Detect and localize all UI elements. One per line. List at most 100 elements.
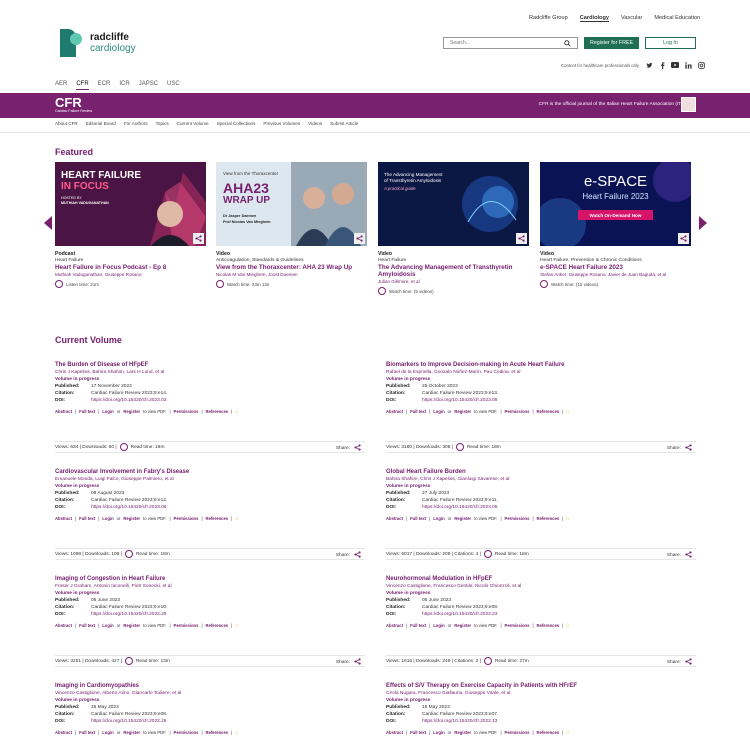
login-link[interactable]: Login bbox=[433, 730, 444, 735]
register-link[interactable]: Register bbox=[123, 730, 140, 735]
full-text-link[interactable]: Full text bbox=[79, 409, 95, 414]
linkedin-icon[interactable] bbox=[684, 61, 692, 69]
doi-link[interactable]: https://doi.org/10.15420/cfr.2023.05 bbox=[422, 505, 497, 510]
abstract-link[interactable]: Abstract bbox=[386, 730, 403, 735]
content-authors[interactable]: Julian Gillmore, et al bbox=[378, 279, 529, 284]
login-link[interactable]: Login bbox=[433, 516, 444, 521]
pdf-lock-icon[interactable]: □ bbox=[235, 409, 238, 414]
pdf-lock-icon[interactable]: □ bbox=[566, 623, 569, 628]
journal-tab-ecr[interactable]: ECR bbox=[98, 81, 111, 90]
share-icon[interactable] bbox=[354, 551, 361, 560]
subnav-topics[interactable]: Topics bbox=[156, 121, 169, 126]
content-authors[interactable]: Stefan Anker, Giuseppe Rosano, Javier de… bbox=[540, 272, 691, 277]
references-link[interactable]: References bbox=[537, 623, 560, 628]
doi-link[interactable]: https://doi.org/10.15420/cfr.2023.06 bbox=[91, 505, 166, 510]
article-authors[interactable]: Chris J Kapelios, Bahira Shahim, Lars H … bbox=[55, 370, 365, 375]
abstract-link[interactable]: Abstract bbox=[55, 409, 72, 414]
journal-tab-icr[interactable]: ICR bbox=[119, 81, 129, 90]
abstract-link[interactable]: Abstract bbox=[386, 516, 403, 521]
permissions-link[interactable]: Permissions bbox=[174, 623, 199, 628]
journal-tab-usc[interactable]: USC bbox=[167, 81, 180, 90]
login-link[interactable]: Login bbox=[102, 409, 113, 414]
share-icon[interactable] bbox=[354, 444, 361, 453]
featured-card[interactable]: HEART FAILURE IN FOCUS HOSTED BY MUTHIAH… bbox=[55, 162, 206, 288]
register-link[interactable]: Register bbox=[454, 409, 471, 414]
search-input[interactable] bbox=[444, 40, 562, 46]
subnav-editorial-board[interactable]: Editorial Board bbox=[86, 121, 116, 126]
share-icon[interactable] bbox=[516, 233, 527, 244]
article-title[interactable]: Global Heart Failure Burden bbox=[386, 469, 696, 475]
youtube-icon[interactable] bbox=[671, 61, 679, 69]
featured-thumbnail[interactable]: View from the Thoraxcenter AHA23 WRAP UP… bbox=[216, 162, 367, 246]
full-text-link[interactable]: Full text bbox=[410, 623, 426, 628]
permissions-link[interactable]: Permissions bbox=[174, 409, 199, 414]
content-title[interactable]: View from the Thoraxcenter: AHA 23 Wrap … bbox=[216, 264, 367, 271]
article-title[interactable]: Cardiovascular Involvement in Fabry's Di… bbox=[55, 469, 365, 475]
abstract-link[interactable]: Abstract bbox=[55, 623, 72, 628]
article-title[interactable]: Imaging in Cardiomyopathies bbox=[55, 683, 365, 689]
full-text-link[interactable]: Full text bbox=[79, 623, 95, 628]
logo[interactable]: radcliffe cardiology bbox=[60, 29, 136, 57]
subnav-previous-volumes[interactable]: Previous Volumes bbox=[263, 121, 300, 126]
register-link[interactable]: Register bbox=[123, 409, 140, 414]
content-title[interactable]: Heart Failure in Focus Podcast - Ep 8 bbox=[55, 264, 206, 271]
references-link[interactable]: References bbox=[537, 730, 560, 735]
article-title[interactable]: The Burden of Disease of HFpEF bbox=[55, 362, 365, 368]
register-link[interactable]: Register bbox=[454, 516, 471, 521]
featured-thumbnail[interactable]: The Advancing Management of Transthyreti… bbox=[378, 162, 529, 246]
full-text-link[interactable]: Full text bbox=[410, 409, 426, 414]
pdf-lock-icon[interactable]: □ bbox=[566, 730, 569, 735]
article-authors[interactable]: Vincenzo Castiglione, Alberto Aimo, Gian… bbox=[55, 691, 365, 696]
register-link[interactable]: Register bbox=[454, 623, 471, 628]
references-link[interactable]: References bbox=[206, 409, 229, 414]
journal-tab-aer[interactable]: AER bbox=[55, 81, 67, 90]
article-authors[interactable]: Fraser J Graham, Antonio Iaconelli, Piot… bbox=[55, 584, 365, 589]
full-text-link[interactable]: Full text bbox=[410, 730, 426, 735]
register-link[interactable]: Register bbox=[123, 516, 140, 521]
article-authors[interactable]: Cirola Nugara, Francesco Giallauria, Giu… bbox=[386, 691, 696, 696]
subnav-about[interactable]: About CFR bbox=[55, 121, 78, 126]
full-text-link[interactable]: Full text bbox=[79, 516, 95, 521]
featured-thumbnail[interactable]: e-SPACE Heart Failure 2023 Watch On-Dema… bbox=[540, 162, 691, 246]
pdf-lock-icon[interactable]: □ bbox=[566, 516, 569, 521]
journal-tab-japsc[interactable]: JAPSC bbox=[139, 81, 158, 90]
pdf-lock-icon[interactable]: □ bbox=[235, 730, 238, 735]
pdf-lock-icon[interactable]: □ bbox=[235, 516, 238, 521]
share-icon[interactable] bbox=[354, 233, 365, 244]
register-link[interactable]: Register bbox=[123, 623, 140, 628]
doi-link[interactable]: https://doi.org/10.15420/cfr.2023.03 bbox=[91, 398, 166, 403]
login-link[interactable]: Login bbox=[433, 409, 444, 414]
featured-card[interactable]: The Advancing Management of Transthyreti… bbox=[378, 162, 529, 295]
doi-link[interactable]: https://doi.org/10.15420/cfr.2023.08 bbox=[422, 398, 497, 403]
full-text-link[interactable]: Full text bbox=[79, 730, 95, 735]
doi-link[interactable]: https://doi.org/10.15420/cfr.2022.23 bbox=[422, 612, 497, 617]
register-button[interactable]: Register for FREE bbox=[584, 37, 639, 49]
login-link[interactable]: Login bbox=[102, 623, 113, 628]
facebook-icon[interactable] bbox=[658, 61, 666, 69]
subnav-submit-article[interactable]: Submit Article bbox=[330, 121, 358, 126]
featured-thumbnail[interactable]: HEART FAILURE IN FOCUS HOSTED BY MUTHIAH… bbox=[55, 162, 206, 246]
register-link[interactable]: Register bbox=[454, 730, 471, 735]
share-icon[interactable] bbox=[678, 233, 689, 244]
search-icon[interactable] bbox=[562, 38, 572, 48]
references-link[interactable]: References bbox=[206, 730, 229, 735]
pdf-lock-icon[interactable]: □ bbox=[235, 623, 238, 628]
subnav-special-collections[interactable]: Special Collections bbox=[217, 121, 256, 126]
abstract-link[interactable]: Abstract bbox=[55, 730, 72, 735]
subnav-videos[interactable]: Videos bbox=[308, 121, 322, 126]
featured-card[interactable]: View from the Thoraxcenter AHA23 WRAP UP… bbox=[216, 162, 367, 288]
login-link[interactable]: Login bbox=[433, 623, 444, 628]
references-link[interactable]: References bbox=[537, 516, 560, 521]
share-icon[interactable] bbox=[354, 658, 361, 667]
references-link[interactable]: References bbox=[537, 409, 560, 414]
permissions-link[interactable]: Permissions bbox=[505, 623, 530, 628]
carousel-prev-icon[interactable] bbox=[44, 216, 52, 230]
share-icon[interactable] bbox=[193, 233, 204, 244]
share-icon[interactable] bbox=[685, 658, 692, 667]
top-link-radcliffe-group[interactable]: Radcliffe Group bbox=[529, 15, 568, 22]
carousel-next-icon[interactable] bbox=[699, 216, 707, 230]
article-authors[interactable]: Emanuele Monda, Luigi Falco, Giuseppe Pa… bbox=[55, 477, 365, 482]
instagram-icon[interactable] bbox=[697, 61, 705, 69]
top-link-vascular[interactable]: Vascular bbox=[621, 15, 642, 22]
content-authors[interactable]: Nicolas M Van Mieghem, Joost Daemen bbox=[216, 272, 367, 277]
